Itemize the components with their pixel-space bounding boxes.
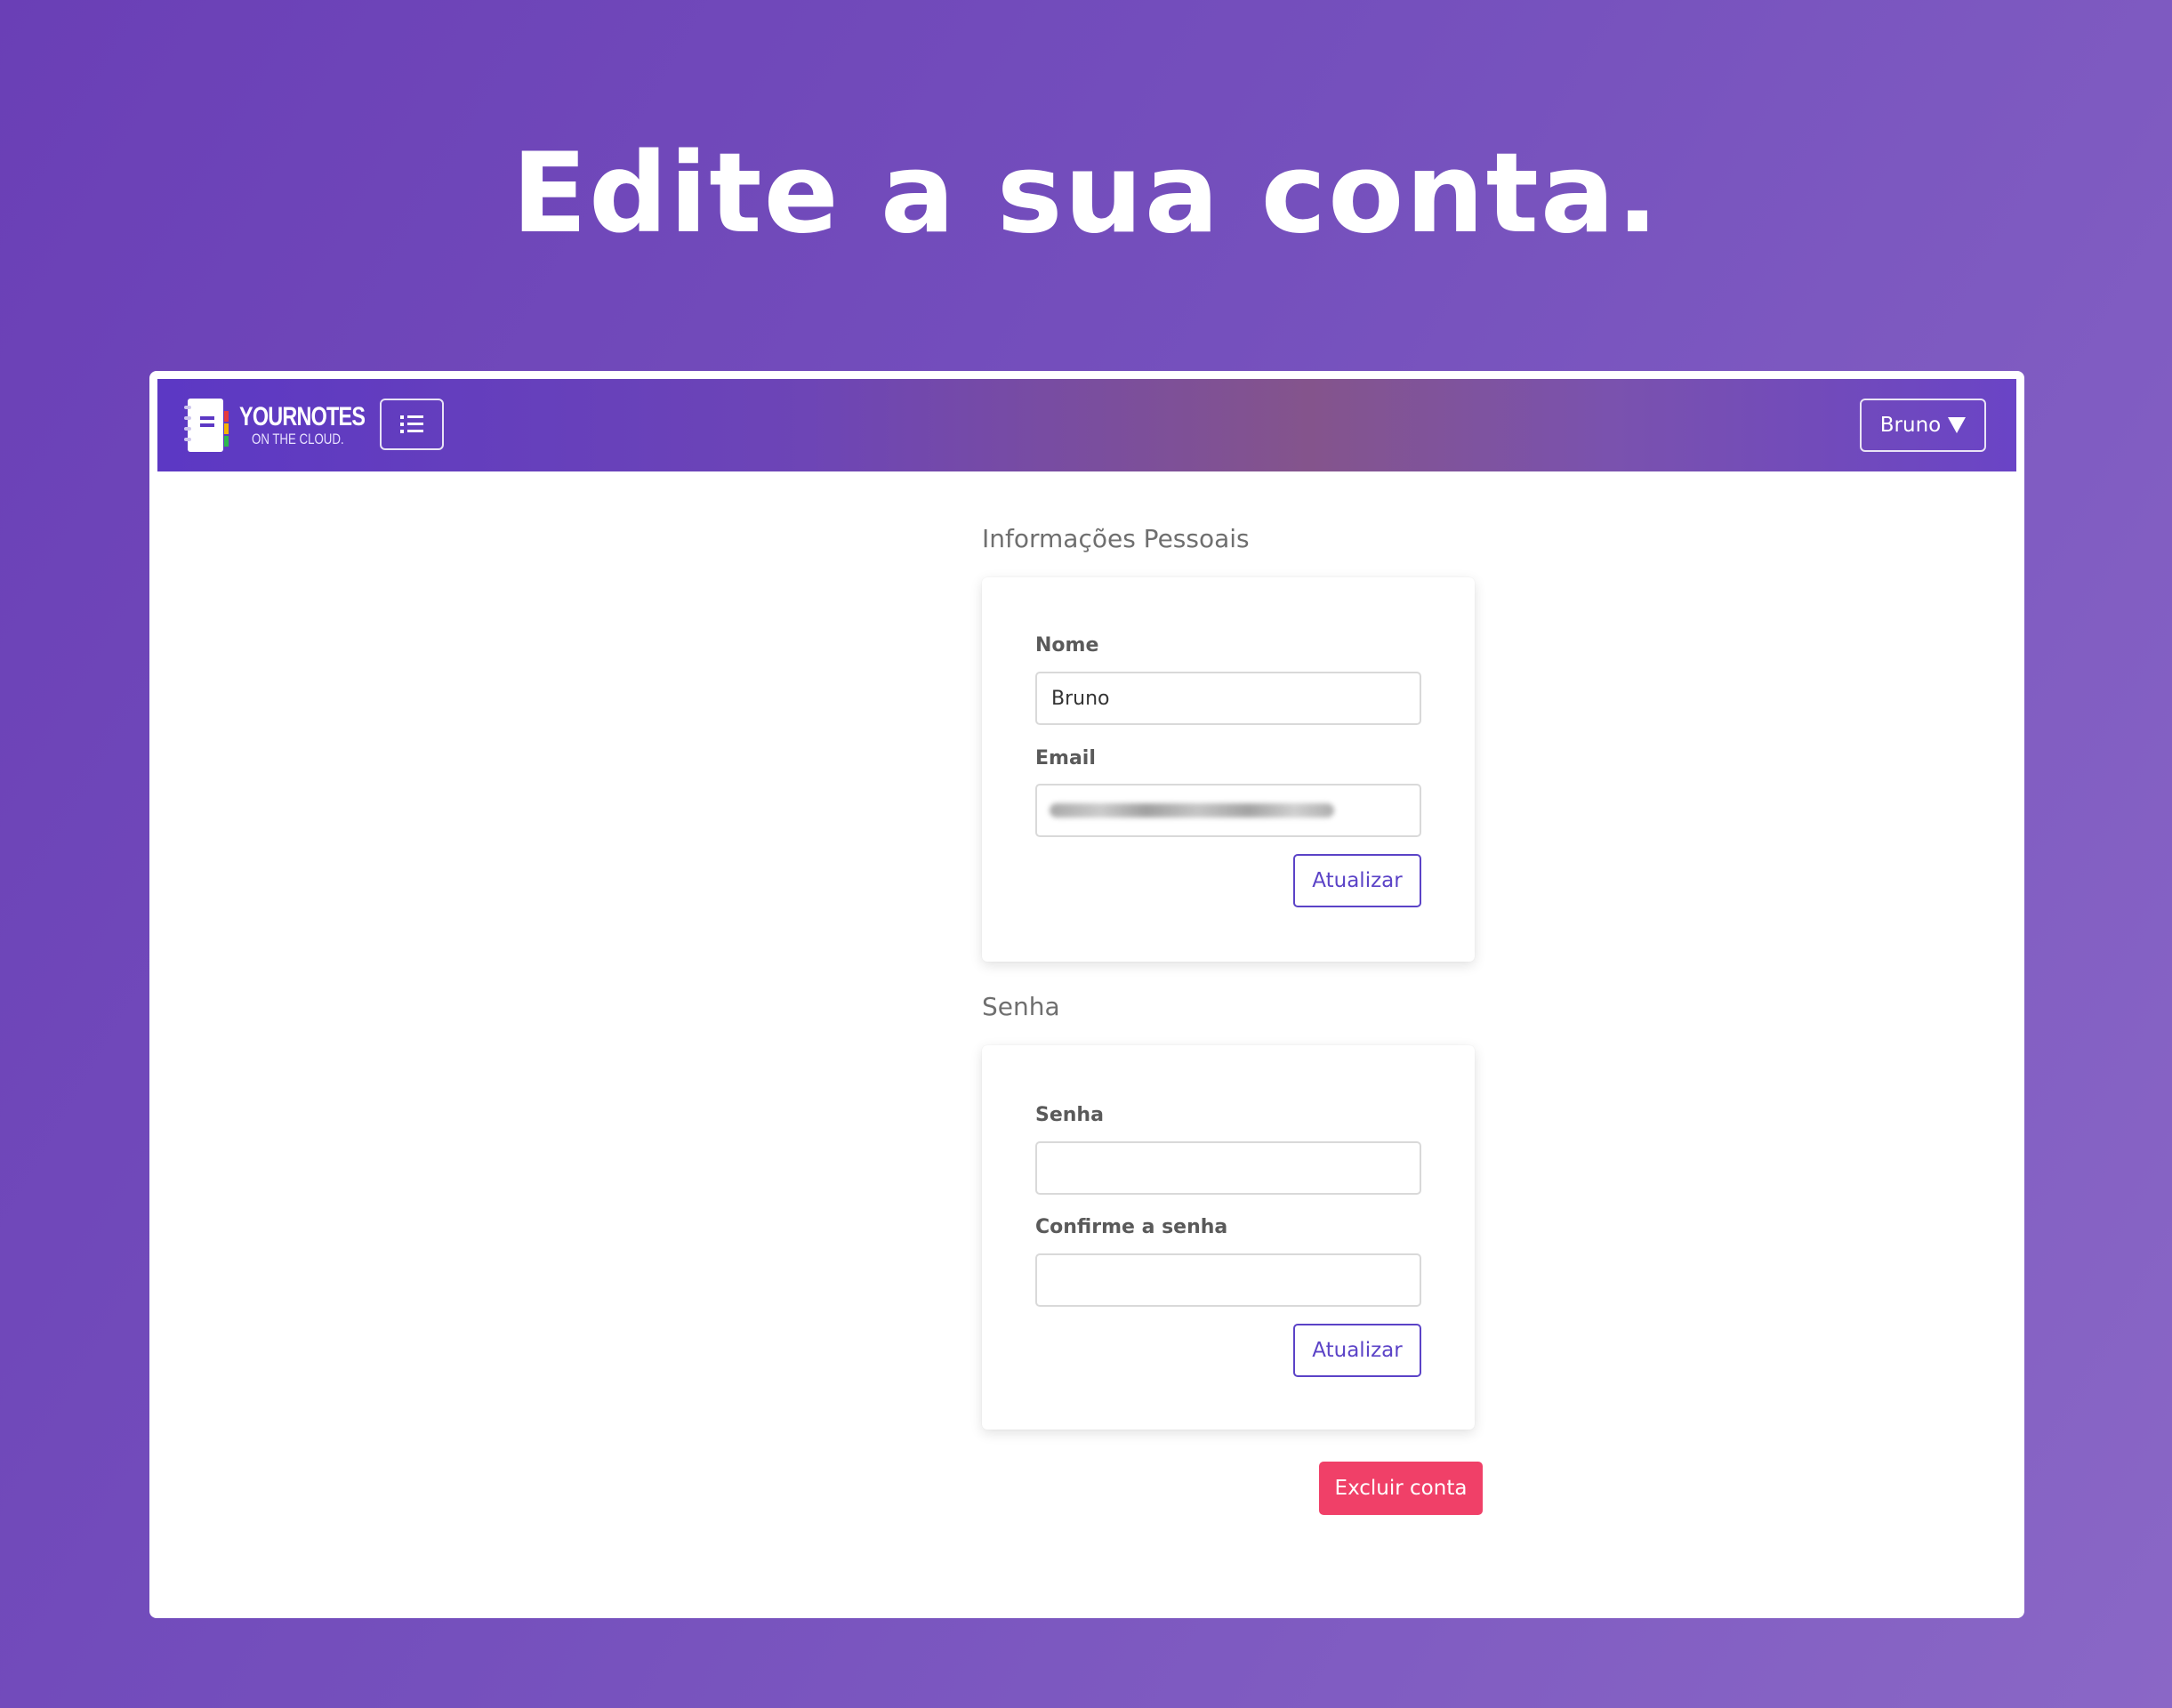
brand-name: YOURNOTES: [239, 402, 366, 431]
brand-logo[interactable]: YOURNOTES ON THE CLOUD.: [184, 397, 400, 454]
password-card: Senha Confirme a senha Atualizar: [982, 1045, 1475, 1430]
personal-info-card: Nome Email Atualizar: [982, 577, 1475, 962]
caret-down-icon: [1948, 417, 1967, 433]
name-input[interactable]: [1035, 672, 1421, 725]
user-menu-dropdown[interactable]: Bruno: [1860, 399, 1986, 452]
confirm-password-label: Confirme a senha: [1035, 1216, 1228, 1238]
update-password-button[interactable]: Atualizar: [1293, 1324, 1421, 1377]
personal-info-heading: Informações Pessoais: [982, 524, 1250, 553]
user-menu-label: Bruno: [1879, 414, 1942, 437]
navbar: YOURNOTES ON THE CLOUD. Bruno: [157, 379, 2016, 471]
list-icon: [400, 415, 423, 433]
app-window: YOURNOTES ON THE CLOUD. Bruno Informaçõe…: [149, 371, 2024, 1618]
password-input[interactable]: [1035, 1141, 1421, 1195]
hero-title: Edite a sua conta.: [511, 130, 1661, 258]
email-blurred-value: [1050, 803, 1334, 818]
menu-toggle-button[interactable]: [380, 399, 444, 450]
email-label: Email: [1035, 747, 1096, 769]
notebook-icon: [184, 399, 229, 452]
confirm-password-input[interactable]: [1035, 1253, 1421, 1307]
name-label: Nome: [1035, 634, 1099, 657]
update-personal-info-button[interactable]: Atualizar: [1293, 854, 1421, 907]
password-label: Senha: [1035, 1104, 1104, 1126]
password-heading: Senha: [982, 992, 1060, 1021]
brand-tagline: ON THE CLOUD.: [252, 431, 344, 447]
delete-account-button[interactable]: Excluir conta: [1319, 1462, 1483, 1515]
